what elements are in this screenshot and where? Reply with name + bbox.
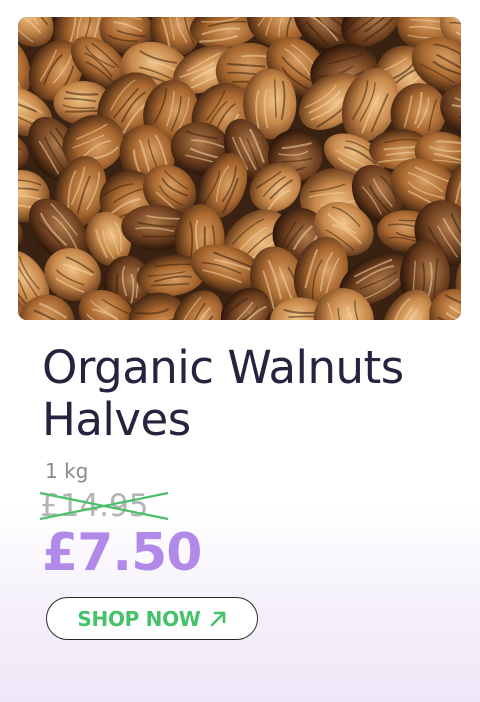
product-image[interactable] bbox=[18, 17, 461, 320]
old-price: £14.95 bbox=[40, 488, 149, 524]
shop-now-button[interactable]: SHOP NOW bbox=[46, 597, 258, 640]
sale-price: £7.50 bbox=[42, 523, 202, 583]
shop-now-label: SHOP NOW bbox=[77, 606, 201, 631]
walnuts-photo bbox=[18, 17, 461, 320]
arrow-up-right-icon bbox=[209, 610, 227, 628]
product-title: Organic Walnuts Halves bbox=[42, 341, 404, 446]
product-card: Organic Walnuts Halves 1 kg £14.95 £7.50… bbox=[0, 0, 480, 702]
product-weight: 1 kg bbox=[45, 459, 89, 483]
